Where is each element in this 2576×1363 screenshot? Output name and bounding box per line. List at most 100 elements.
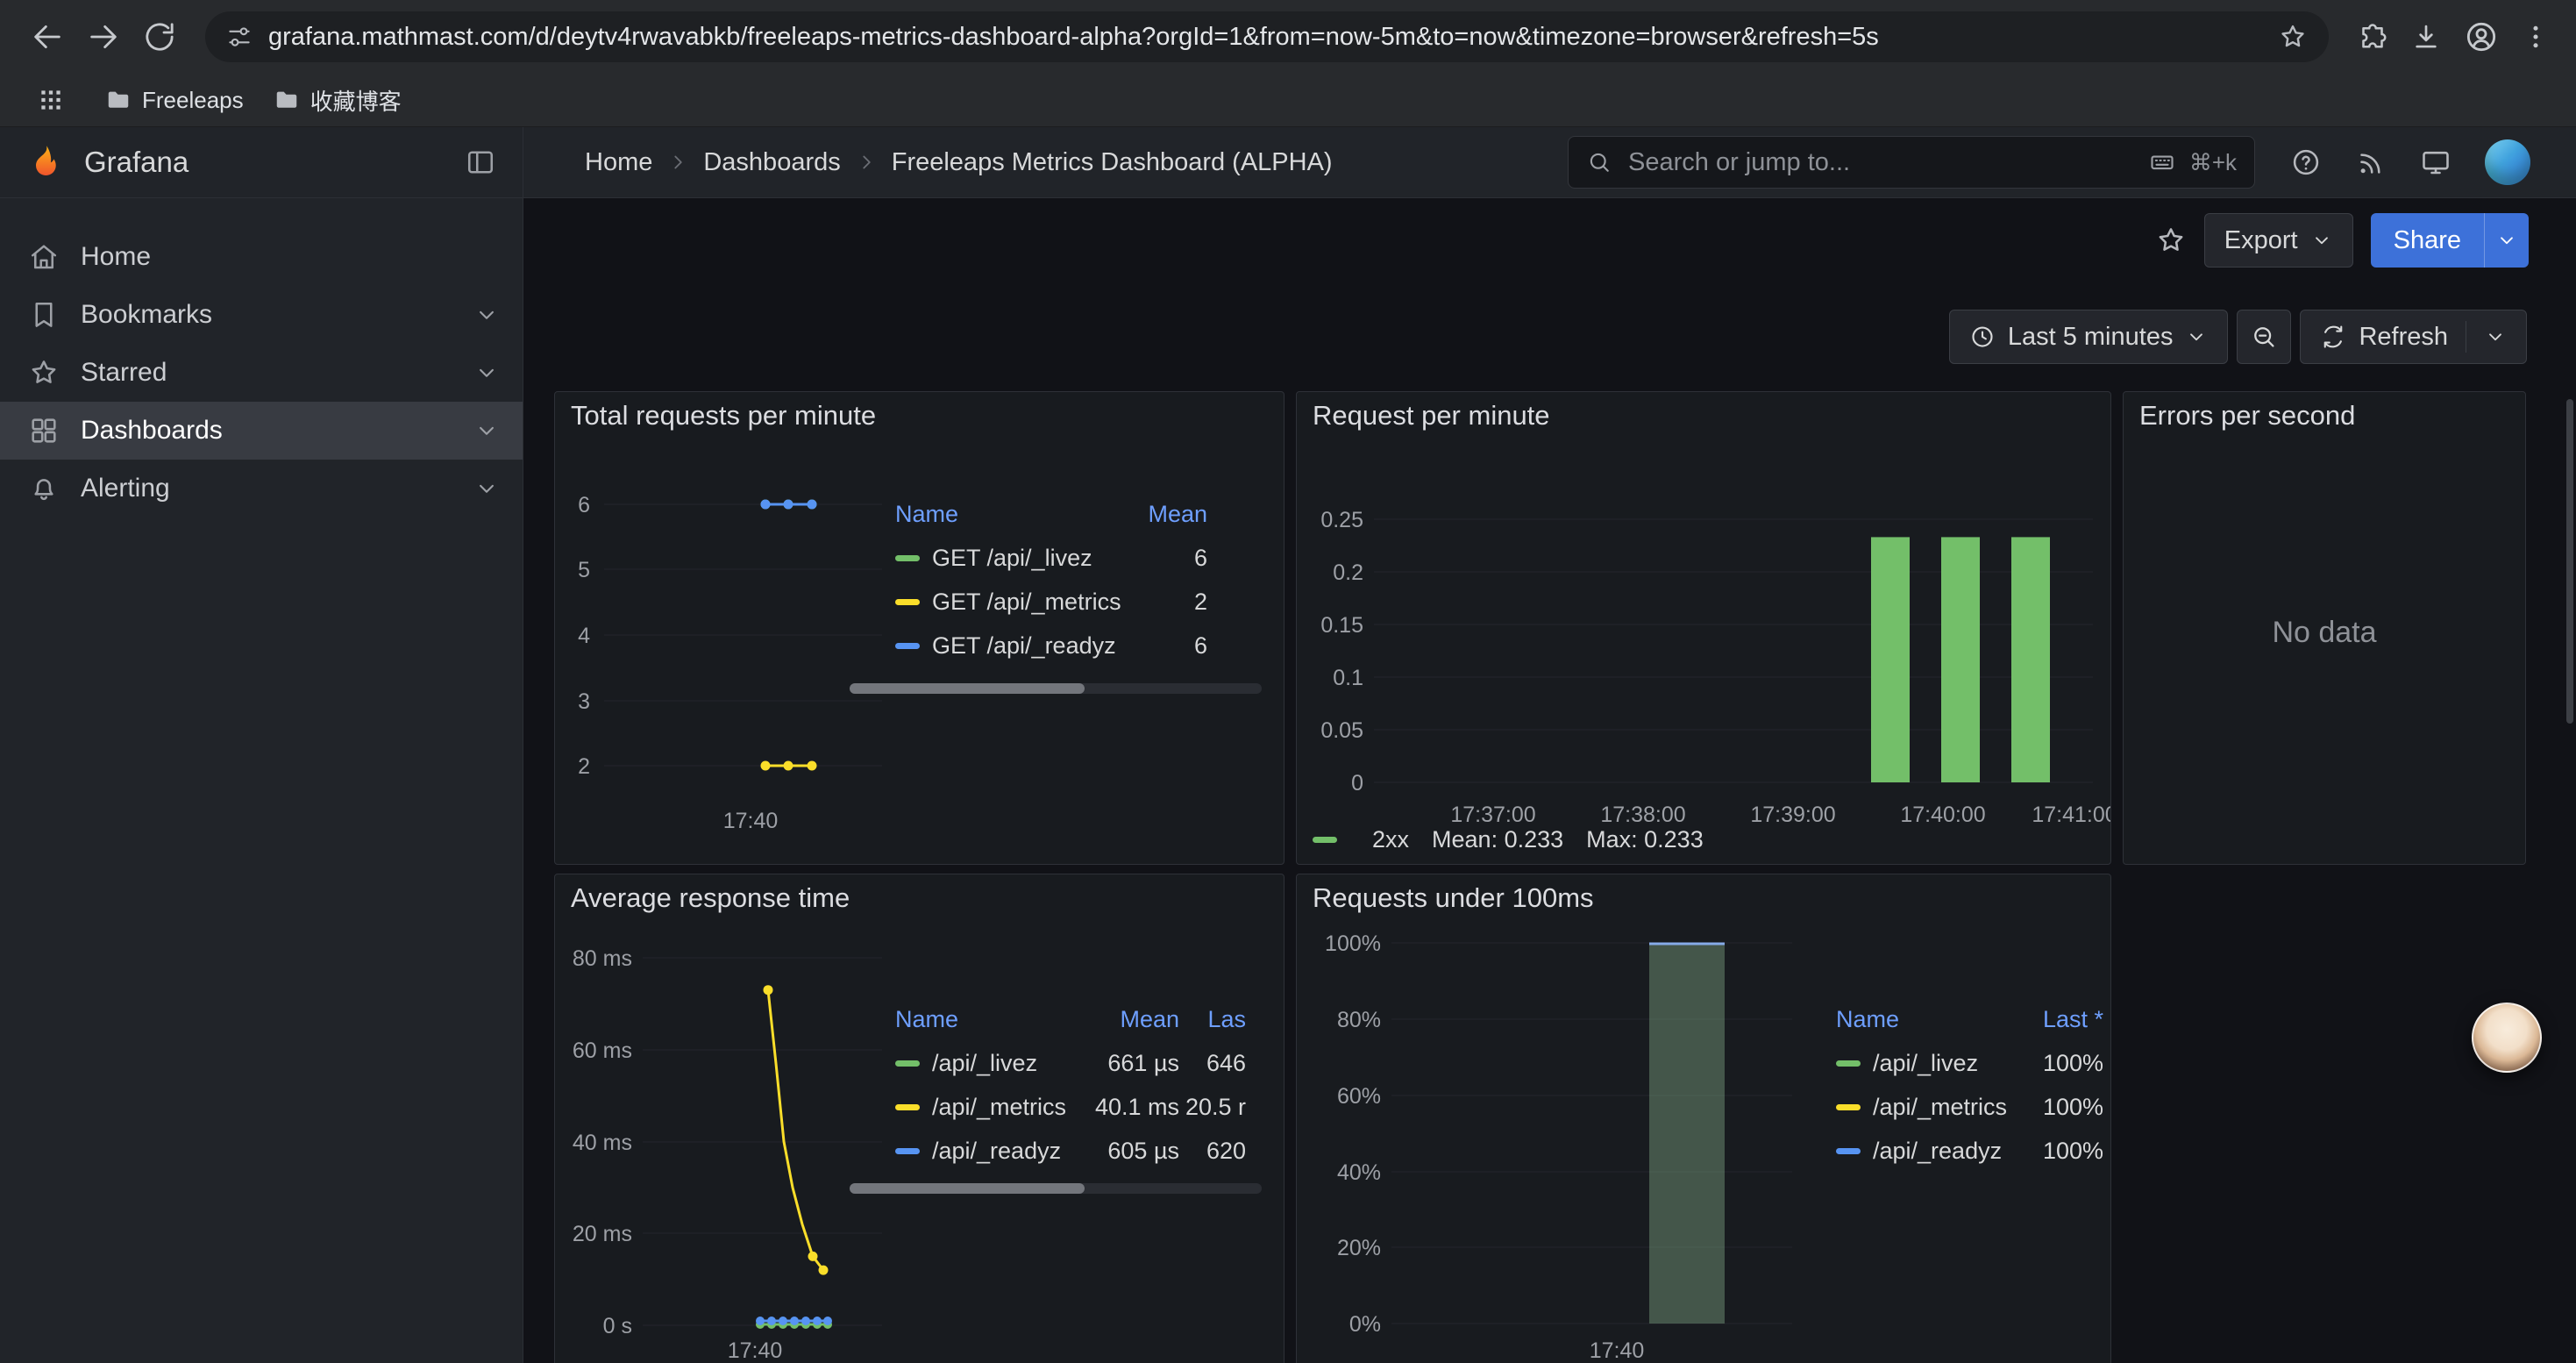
legend-series-name[interactable]: GET /api/_metrics [895,589,1123,616]
chevron-down-icon[interactable] [473,475,500,502]
svg-text:40%: 40% [1337,1160,1381,1185]
legend-row[interactable]: GET /api/_livez6 [895,536,1207,580]
profile-icon[interactable] [2464,19,2499,54]
svg-text:0%: 0% [1349,1312,1381,1337]
legend-value: 6 [1123,632,1207,660]
legend-swatch [895,1104,920,1110]
back-icon[interactable] [30,19,65,54]
legend-row[interactable]: /api/_metrics40.1 ms20.5 r [895,1085,1246,1129]
search-input[interactable] [1626,147,2135,178]
legend-series-name[interactable]: GET /api/_livez [895,545,1123,572]
help-icon[interactable] [2290,146,2322,178]
time-range-button[interactable]: Last 5 minutes [1949,310,2229,364]
chevron-down-icon[interactable] [473,302,500,328]
legend-row[interactable]: /api/_livez661 µs646 [895,1041,1246,1085]
legend-row[interactable]: /api/_livez100% [1836,1041,2103,1085]
legend-row[interactable]: /api/_readyz100% [1836,1129,2103,1173]
svg-text:0.25: 0.25 [1320,508,1363,532]
export-button[interactable]: Export [2204,213,2353,268]
share-button-label[interactable]: Share [2371,213,2484,268]
panel-requests-under-100ms: Requests under 100ms 100%80%60%40%20%0%1… [1296,874,2111,1363]
downloads-icon[interactable] [2409,20,2443,54]
floating-avatar[interactable] [2472,1003,2542,1073]
apps-grid-icon[interactable] [37,86,65,114]
reload-icon[interactable] [142,19,177,54]
display-icon[interactable] [2420,146,2451,178]
zoom-out-button[interactable] [2237,310,2291,364]
panel-title[interactable]: Request per minute [1297,392,2110,439]
legend-series-name[interactable]: /api/_livez [1836,1050,2023,1077]
screen: grafana.mathmast.com/d/deytv4rwavabkb/fr… [0,0,2576,1363]
legend-column-header[interactable]: Name [895,501,1123,528]
legend-series-name[interactable]: GET /api/_readyz [895,632,1123,660]
legend-column-header[interactable]: Mean [1079,1006,1179,1033]
legend-column-header[interactable]: Name [895,1006,1079,1033]
sidebar-item-dashboards[interactable]: Dashboards [0,402,523,460]
chevron-down-icon[interactable] [473,360,500,386]
legend-series-name[interactable]: /api/_readyz [1836,1138,2023,1165]
legend-series-label[interactable]: 2xx [1372,826,1409,853]
legend-column-header[interactable]: Name [1836,1006,2023,1033]
legend-swatch [1836,1060,1861,1067]
panel-average-response-time: Average response time 80 ms60 ms40 ms20 … [554,874,1284,1363]
svg-text:80 ms: 80 ms [573,946,632,971]
bookmark-star-icon[interactable] [2278,22,2308,52]
panel-title[interactable]: Total requests per minute [555,392,1284,439]
sidebar-item-home[interactable]: Home [0,228,523,286]
chevron-down-icon[interactable] [473,417,500,444]
legend-series-name[interactable]: /api/_livez [895,1050,1079,1077]
legend-row[interactable]: GET /api/_metrics2 [895,580,1207,624]
legend-swatch [895,1060,920,1067]
app-header: HomeDashboardsFreeleaps Metrics Dashboar… [523,127,2576,198]
svg-text:17:38:00: 17:38:00 [1600,803,1685,827]
sidebar-item-starred[interactable]: Starred [0,344,523,402]
sidebar: Grafana HomeBookmarksStarredDashboardsAl… [0,127,523,1363]
legend-column-header[interactable]: Last * [2023,1006,2103,1033]
bookmark-folder-freeleaps[interactable]: Freeleaps [105,87,244,114]
svg-text:0.1: 0.1 [1333,666,1363,690]
site-info-icon[interactable] [226,24,253,50]
share-button[interactable]: Share [2371,213,2529,268]
time-controls: Last 5 minutes Refresh [523,282,2576,370]
address-bar[interactable]: grafana.mathmast.com/d/deytv4rwavabkb/fr… [205,11,2329,62]
legend-column-header[interactable]: Mean [1123,501,1207,528]
legend-row[interactable]: /api/_readyz605 µs620 [895,1129,1246,1173]
breadcrumb-item[interactable]: Dashboards [703,148,840,177]
browser-menu-icon[interactable] [2520,21,2551,53]
dock-menu-icon[interactable] [465,146,496,178]
legend-series-name[interactable]: /api/_metrics [895,1094,1079,1121]
svg-text:4: 4 [578,624,590,648]
search-box[interactable]: ⌘+k [1568,136,2255,189]
chevron-down-icon[interactable] [2484,325,2507,348]
favorite-star-icon[interactable] [2155,225,2187,256]
legend-scrollbar[interactable] [850,1183,1262,1194]
extensions-icon[interactable] [2357,21,2388,53]
user-avatar[interactable] [2485,139,2530,185]
news-icon[interactable] [2355,146,2387,178]
forward-icon[interactable] [86,19,121,54]
breadcrumb-item[interactable]: Home [585,148,652,177]
sidebar-item-alerting[interactable]: Alerting [0,460,523,517]
share-menu-button[interactable] [2484,213,2529,268]
sidebar-item-bookmarks[interactable]: Bookmarks [0,286,523,344]
legend-scrollbar[interactable] [850,683,1262,694]
dashboard-toolbar: Export Share [523,198,2576,282]
refresh-button[interactable]: Refresh [2300,310,2527,364]
legend-series-name[interactable]: /api/_readyz [895,1138,1079,1165]
bookmark-folder-2[interactable]: 收藏博客 [274,84,402,117]
header-icons [2290,139,2530,185]
panel-title[interactable]: Errors per second [2124,392,2525,439]
page-scrollbar[interactable] [2566,399,2573,724]
chart-legend[interactable]: 2xx Mean: 0.233 Max: 0.233 [1313,826,1704,853]
legend-row[interactable]: GET /api/_readyz6 [895,624,1207,667]
legend-swatch [1836,1148,1861,1154]
legend-row[interactable]: /api/_metrics100% [1836,1085,2103,1129]
legend-column-header[interactable]: Las [1179,1006,1246,1033]
panel-title[interactable]: Average response time [555,874,1284,922]
url-text[interactable]: grafana.mathmast.com/d/deytv4rwavabkb/fr… [268,23,2262,52]
panel-title[interactable]: Requests under 100ms [1297,874,2110,922]
legend-value: 40.1 ms [1079,1094,1179,1121]
grafana-logo[interactable] [26,143,65,182]
svg-text:0.15: 0.15 [1320,613,1363,638]
legend-series-name[interactable]: /api/_metrics [1836,1094,2023,1121]
